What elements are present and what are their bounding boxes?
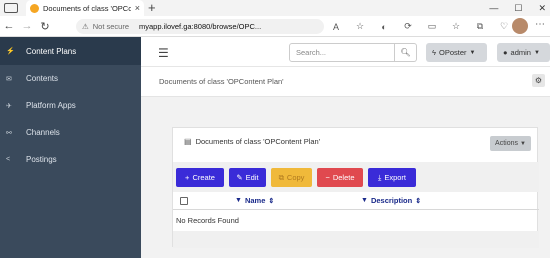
sidebar-item-label: Postings	[26, 155, 57, 164]
tab-close-icon[interactable]: ×	[135, 3, 140, 13]
more-menu-icon[interactable]: ⋯	[535, 19, 545, 30]
edit-icon: ✎	[236, 173, 243, 182]
edit-label: Edit	[245, 173, 259, 182]
user-label: admin	[510, 48, 531, 57]
new-tab-button[interactable]: +	[148, 1, 156, 14]
page-header: Documents of class 'OPContent Plan' ⚙	[141, 68, 550, 97]
export-button[interactable]: ⤓ Export	[368, 168, 416, 187]
browser-toolbar: ← → ↻ ⚠ Not secure myapp.ilovef.ga:8080/…	[0, 16, 550, 37]
sidebar-item-label: Contents	[26, 74, 59, 83]
bolt-icon: ϟ	[432, 48, 436, 57]
address-bar[interactable]: ⚠ Not secure myapp.ilovef.ga:8080/browse…	[76, 19, 324, 34]
filter-icon[interactable]: ▼	[235, 197, 242, 204]
url-text: myapp.ilovef.ga:8080/browse/OPC...	[139, 22, 262, 31]
list-icon: ▤	[184, 137, 192, 146]
sidebar-item-channels[interactable]: ⚯ Channels	[0, 119, 141, 146]
bolt-icon: ⚡	[6, 48, 15, 55]
create-button[interactable]: + Create	[176, 168, 224, 187]
actions-dropdown[interactable]: Actions ▼	[490, 136, 531, 151]
copy-icon: ⧉	[278, 172, 284, 182]
tab-title: Documents of class 'OPContent	[43, 3, 131, 13]
edit-button[interactable]: ✎ Edit	[229, 168, 266, 187]
oposter-label: OPoster	[438, 48, 467, 57]
column-name-label: Name	[244, 196, 266, 205]
plane-icon: ✈	[6, 102, 12, 110]
column-description[interactable]: ▼ Description ⇕	[361, 196, 421, 205]
share-icon: <	[6, 156, 11, 163]
delete-button[interactable]: − Delete	[317, 168, 363, 187]
copy-button[interactable]: ⧉ Copy	[271, 168, 312, 187]
caret-down-icon: ▼	[533, 49, 540, 56]
envelope-icon: ✉	[6, 75, 12, 83]
sort-icon[interactable]: ⇕	[415, 197, 421, 205]
browser-tab-strip: Documents of class 'OPContent × + — ☐ ✕	[0, 0, 550, 16]
empty-message: No Records Found	[176, 216, 239, 225]
read-aloud-icon[interactable]: A	[330, 22, 342, 32]
actions-label: Actions	[495, 140, 518, 147]
gear-icon[interactable]: ⚙	[532, 74, 545, 87]
window-controls: — ☐ ✕	[489, 0, 546, 16]
caret-down-icon: ▼	[469, 49, 476, 56]
search-input[interactable]	[289, 43, 395, 62]
oposter-dropdown[interactable]: ϟ OPoster ▼	[426, 43, 487, 62]
favorite-star-icon[interactable]: ☆	[354, 21, 366, 32]
table-header: ▼ Name ⇕ ▼ Description ⇕	[173, 192, 539, 210]
user-icon: ●	[503, 48, 508, 57]
profile-sync-icon[interactable]: ♡	[498, 21, 510, 32]
export-label: Export	[384, 173, 406, 182]
collections-icon[interactable]: ⧉	[474, 21, 486, 32]
search-icon: 🔍︎	[400, 48, 411, 57]
caret-down-icon: ▼	[520, 140, 526, 147]
hamburger-menu-icon[interactable]: ☰	[158, 46, 169, 60]
profile-avatar[interactable]	[512, 18, 528, 34]
main-content: Documents of class 'OPContent Plan' ⚙ ▤ …	[141, 68, 550, 258]
sort-icon[interactable]: ⇕	[268, 197, 274, 205]
user-dropdown[interactable]: ● admin ▼	[497, 43, 550, 62]
create-label: Create	[192, 173, 215, 182]
panel-title: ▤ Documents of class 'OPContent Plan'	[184, 137, 320, 146]
sidebar-item-postings[interactable]: < Postings	[0, 146, 141, 173]
sidebar-item-contents[interactable]: ✉ Contents	[0, 65, 141, 92]
panel-toolbar: + Create ✎ Edit ⧉ Copy − Delete ⤓ Export	[173, 162, 539, 192]
filter-icon[interactable]: ▼	[361, 197, 368, 204]
maximize-icon[interactable]: ☐	[514, 3, 522, 14]
download-icon: ⤓	[377, 172, 382, 182]
split-screen-icon[interactable]: ▭	[426, 21, 438, 32]
minus-icon: −	[325, 173, 330, 182]
close-window-icon[interactable]: ✕	[538, 3, 546, 14]
copy-label: Copy	[286, 173, 305, 182]
panel-title-text: Documents of class 'OPContent Plan'	[195, 137, 321, 146]
warning-icon[interactable]: ⚠	[82, 22, 89, 31]
browser-tab[interactable]: Documents of class 'OPContent ×	[26, 0, 144, 16]
breadcrumb: Documents of class 'OPContent Plan'	[159, 77, 284, 86]
search-button[interactable]: 🔍︎	[395, 43, 417, 62]
column-description-label: Description	[370, 196, 413, 205]
panel-footer	[173, 231, 539, 248]
sidebar-item-content-plans[interactable]: ⚡ Content Plans	[0, 37, 141, 65]
favicon-icon	[30, 3, 39, 13]
sidebar-item-label: Channels	[26, 128, 60, 137]
sidebar-item-label: Platform Apps	[26, 101, 76, 110]
window-menu-icon[interactable]	[4, 3, 18, 13]
favorites-icon[interactable]: ☆	[450, 21, 462, 32]
extension-icon[interactable]: ◐	[378, 22, 390, 32]
extension-icons: A ☆ ◐ ⟳ ▭ ☆ ⧉ ♡	[330, 18, 510, 35]
reload-icon[interactable]: ↻	[36, 20, 54, 33]
refresh-ext-icon[interactable]: ⟳	[402, 21, 414, 32]
not-secure-label: Not secure	[92, 22, 130, 31]
forward-icon[interactable]: →	[18, 20, 36, 32]
delete-label: Delete	[332, 173, 355, 182]
app-header: ☰ 🔍︎ ϟ OPoster ▼ ● admin ▼	[141, 37, 550, 67]
select-all-checkbox[interactable]	[180, 197, 188, 205]
sidebar-item-platform-apps[interactable]: ✈ Platform Apps	[0, 92, 141, 119]
column-name[interactable]: ▼ Name ⇕	[235, 196, 274, 205]
link-icon: ⚯	[6, 129, 12, 137]
back-icon[interactable]: ←	[0, 20, 18, 32]
sidebar-item-label: Content Plans	[26, 46, 77, 56]
sidebar: ⚡ Content Plans ✉ Contents ✈ Platform Ap…	[0, 37, 141, 258]
panel-header: ▤ Documents of class 'OPContent Plan' Ac…	[173, 128, 539, 162]
documents-panel: ▤ Documents of class 'OPContent Plan' Ac…	[172, 127, 539, 248]
plus-icon: +	[185, 173, 190, 182]
minimize-icon[interactable]: —	[489, 3, 498, 13]
